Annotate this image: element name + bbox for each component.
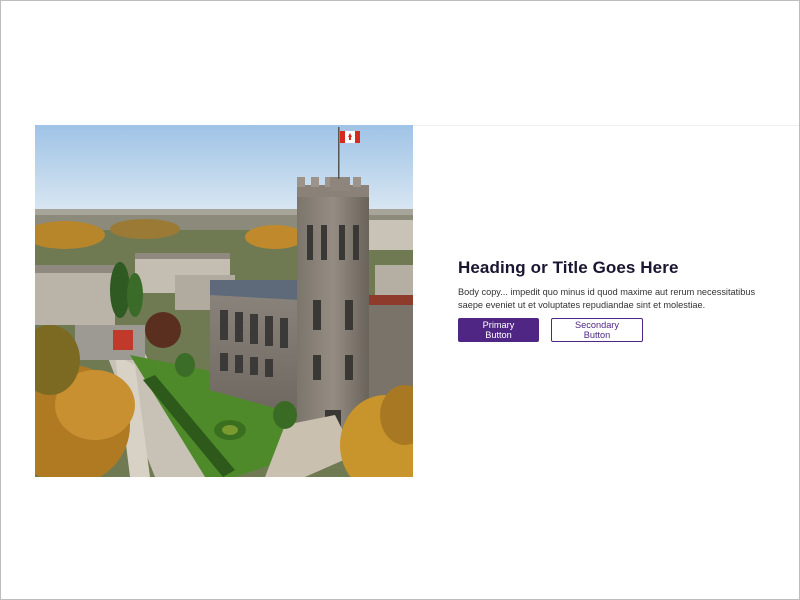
- canadian-flag-icon: [340, 131, 360, 143]
- hero-content: Heading or Title Goes Here Body copy... …: [458, 258, 758, 342]
- hero-heading: Heading or Title Goes Here: [458, 258, 679, 277]
- hero-section: Heading or Title Goes Here Body copy... …: [35, 125, 800, 477]
- campus-photo: [35, 125, 413, 477]
- hero-button-group: Primary Button Secondary Button: [458, 318, 758, 342]
- hero-body-copy: Body copy... impedit quo minus id quod m…: [458, 287, 756, 310]
- primary-button[interactable]: Primary Button: [458, 318, 539, 342]
- secondary-button[interactable]: Secondary Button: [551, 318, 643, 342]
